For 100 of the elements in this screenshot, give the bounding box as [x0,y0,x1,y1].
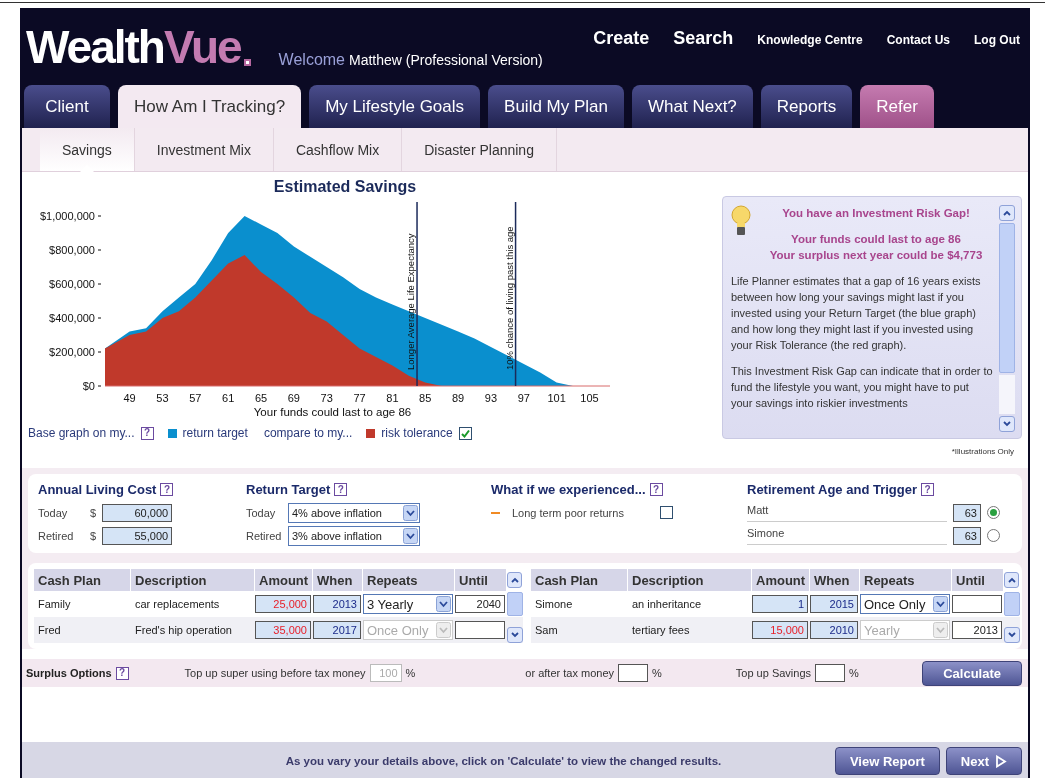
view-report-button[interactable]: View Report [834,747,940,775]
help-icon[interactable]: ? [115,666,129,680]
table-cell: Fred's hip operation [131,617,255,643]
help-icon[interactable]: ? [160,483,174,496]
x-tick-label: 49 [123,392,136,404]
compare-checkbox[interactable] [458,426,472,440]
help-icon[interactable]: ? [649,483,663,496]
x-tick-label: 61 [222,392,235,404]
nav-tab[interactable]: Client [24,85,110,128]
repeats-select[interactable]: Once Only [860,594,950,614]
legend-label: risk tolerance [381,426,453,440]
nav-link[interactable]: Knowledge Centre [757,33,863,47]
section-title: Annual Living Cost [38,482,157,497]
repeats-select[interactable]: 3 Yearly [363,594,453,614]
year-field[interactable]: 2010 [810,621,858,639]
age-field[interactable]: 63 [953,526,981,545]
x-tick-label: 73 [320,392,333,404]
nav-tab[interactable]: Build My Plan [488,85,624,128]
help-icon[interactable]: ? [140,426,154,440]
nav-link[interactable]: Search [673,28,734,49]
scroll-up-button[interactable] [999,205,1015,221]
trigger-radio[interactable] [987,506,1000,519]
amount-field[interactable]: 60,000 [102,503,173,522]
help-icon[interactable]: ? [334,483,348,496]
until-field[interactable]: 2040 [455,595,505,613]
x-tick-label: 101 [547,392,566,404]
scrollbar-thumb[interactable] [1004,592,1020,616]
column-header: Until [952,569,1004,591]
y-tick-label: $0 [82,380,95,392]
caret-icon [436,596,451,612]
summary-line: Your surplus next year could be $4,773 [768,248,984,263]
nav-tab[interactable]: Refer [860,85,934,128]
percent-field[interactable] [815,664,845,682]
amount-field[interactable]: 35,000 [255,621,311,639]
dash-icon [491,511,500,514]
column-header: Cash Plan [34,569,131,591]
sub-tab[interactable]: Disaster Planning [402,128,557,171]
year-field[interactable]: 2013 [313,595,361,613]
nav-tab[interactable]: What Next? [632,85,753,128]
help-icon[interactable]: ? [921,483,934,496]
scroll-down-button[interactable] [1004,627,1020,643]
year-field[interactable]: 2017 [313,621,361,639]
sub-tab[interactable]: Savings [40,128,135,171]
chart-title: Estimated Savings [272,178,418,197]
amount-field[interactable]: 15,000 [752,621,808,639]
x-tick-label: 65 [254,392,268,404]
footer-message: As you vary your details above, click on 'Calculate' to view the changed results. [284,755,723,767]
amount-field[interactable]: 55,000 [102,526,173,545]
y-tick-label: $600,000 [49,278,102,290]
year-field[interactable]: 2015 [810,595,858,613]
column-header: Repeats [860,569,952,591]
chevron-up-icon [1007,577,1016,583]
scroll-down-button[interactable] [999,416,1015,432]
field-label: Top up Savings [735,667,811,679]
legend-swatch [366,428,376,438]
next-button[interactable]: Next [945,747,1022,775]
sub-tab[interactable]: Investment Mix [134,128,274,171]
nav-tab[interactable]: My Lifestyle Goals [309,85,481,128]
table-cell: tertiary fees [628,617,752,643]
percent-field[interactable] [618,664,648,682]
caret-icon [436,622,451,638]
scroll-up-button[interactable] [1004,572,1019,588]
unit-label: % [652,667,662,679]
until-field[interactable]: 2013 [952,621,1002,639]
scroll-up-button[interactable] [507,572,522,588]
scroll-down-button[interactable] [507,627,523,643]
nav-link[interactable]: Contact Us [886,33,950,47]
welcome-text: Welcome Matthew (Professional Version) [278,51,543,69]
age-field[interactable]: 63 [953,503,981,522]
y-tick-label: $0 [82,380,102,392]
nav-tab[interactable]: Reports [760,85,853,128]
amount-field[interactable]: 25,000 [255,595,311,613]
summary-line: Your funds could last to age 86 [790,232,962,247]
panel-paragraph: Life Planner estimates that a gap of 16 years exists between how long your savings might last if you invested using your Return Target (the blue graph) and how long they might last if you invested using your Risk Tolerance (the red graph). [731,274,982,353]
scrollbar-track[interactable] [999,375,1015,414]
return-select[interactable]: 4% above inflation [288,502,420,523]
chevron-down-icon [1008,632,1016,638]
logo[interactable]: WealthVue [26,20,251,74]
y-tick-label: $200,000 [49,346,102,358]
return-select[interactable]: 3% above inflation [288,525,420,546]
caret-icon [933,622,948,638]
field-label: Today [38,506,69,519]
unit-label: % [405,667,416,679]
caret-icon [403,527,418,544]
section-title: Retirement Age and Trigger [747,482,917,497]
section-title: Return Target [246,482,331,497]
scrollbar-thumb[interactable] [999,223,1015,373]
nav-link[interactable]: Create [593,28,650,49]
nav-tab[interactable]: How Am I Tracking? [118,85,302,128]
scrollbar-thumb[interactable] [507,592,523,616]
amount-field[interactable]: 1 [752,595,808,613]
nav-link[interactable]: Log Out [974,33,1020,47]
trigger-radio[interactable] [987,529,1000,542]
x-tick-label: 85 [419,392,432,404]
until-field[interactable] [952,595,1002,613]
sub-tab[interactable]: Cashflow Mix [273,128,403,171]
until-field[interactable] [455,621,505,639]
calculate-button[interactable]: Calculate [922,660,1022,686]
x-tick-label: 81 [386,392,399,404]
option-checkbox[interactable] [660,506,673,519]
